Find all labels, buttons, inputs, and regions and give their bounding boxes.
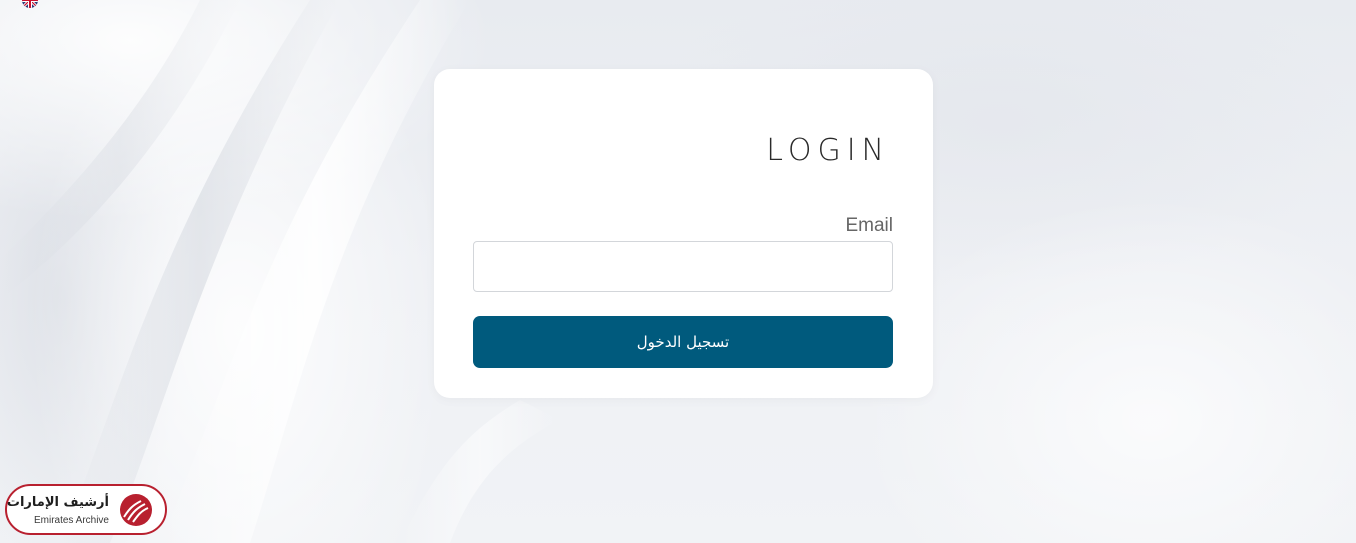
login-button[interactable]: تسجيل الدخول: [473, 316, 893, 368]
brand-name-english: Emirates Archive: [33, 515, 109, 526]
emirates-archive-logo-icon: [120, 494, 152, 526]
brand-logo: أرشيف الإمارات Emirates Archive: [5, 484, 167, 535]
login-card: LOGIN Email تسجيل الدخول: [434, 69, 933, 398]
email-label: Email: [845, 215, 893, 236]
page-title: LOGIN: [766, 133, 890, 168]
email-field[interactable]: [473, 241, 893, 292]
brand-name-arabic: أرشيف الإمارات: [6, 495, 109, 510]
